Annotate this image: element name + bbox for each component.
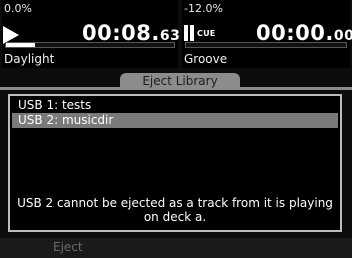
cue-label: CUE bbox=[197, 28, 216, 38]
eject-button[interactable]: Eject bbox=[53, 240, 83, 254]
tab-eject-library[interactable]: Eject Library bbox=[120, 73, 240, 89]
deck-b-panel: -12.0% CUE 00:00.00 Groove bbox=[182, 0, 352, 68]
deck-b-pitch: -12.0% bbox=[184, 2, 223, 15]
deck-b-progress-bar bbox=[185, 42, 347, 48]
deck-a-pitch: 0.0% bbox=[4, 2, 32, 15]
deck-a-track-name: Daylight bbox=[4, 52, 55, 66]
list-item-usb2[interactable]: USB 2: musicdir bbox=[12, 113, 338, 128]
deck-a-panel: 0.0% 00:08.63 Daylight bbox=[2, 0, 180, 68]
usb-device-list: USB 1: tests USB 2: musicdir bbox=[12, 98, 338, 128]
error-message: USB 2 cannot be ejected as a track from … bbox=[17, 196, 333, 224]
cue-icon: CUE bbox=[184, 25, 215, 41]
deck-a-progress-bar bbox=[5, 42, 175, 48]
list-item-usb1[interactable]: USB 1: tests bbox=[12, 98, 338, 113]
eject-library-dialog: USB 1: tests USB 2: musicdir USB 2 canno… bbox=[8, 94, 342, 232]
deck-b-track-name: Groove bbox=[184, 52, 228, 66]
footer-bar: Eject bbox=[0, 238, 352, 258]
